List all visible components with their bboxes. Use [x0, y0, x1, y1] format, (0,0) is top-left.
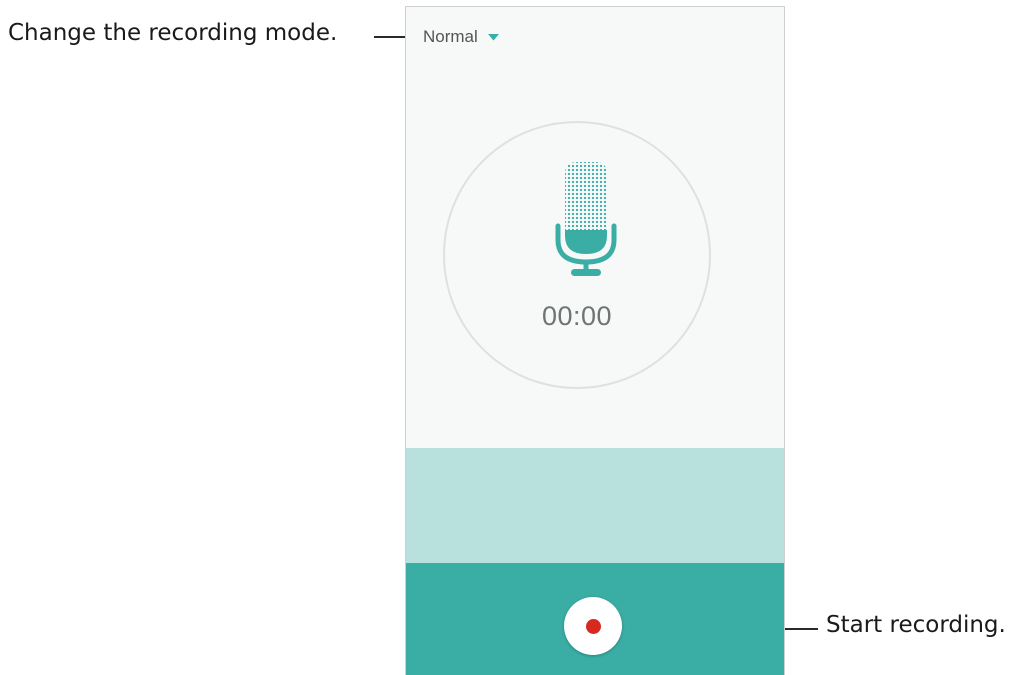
- callout-record-text: Start recording.: [826, 612, 1006, 638]
- caret-down-icon: [487, 33, 499, 41]
- recording-status-circle: 00:00: [443, 121, 711, 389]
- record-button[interactable]: [564, 597, 622, 655]
- voice-recorder-screen: Normal 00:00: [405, 6, 785, 675]
- waveform-area: [406, 448, 784, 563]
- record-dot-icon: [585, 618, 601, 634]
- microphone-icon: [555, 160, 617, 287]
- callout-mode-text: Change the recording mode.: [8, 20, 338, 46]
- recording-mode-dropdown[interactable]: Normal: [423, 27, 499, 47]
- control-bar: [406, 563, 784, 675]
- recording-timer: 00:00: [541, 301, 613, 331]
- recording-mode-label: Normal: [423, 27, 478, 46]
